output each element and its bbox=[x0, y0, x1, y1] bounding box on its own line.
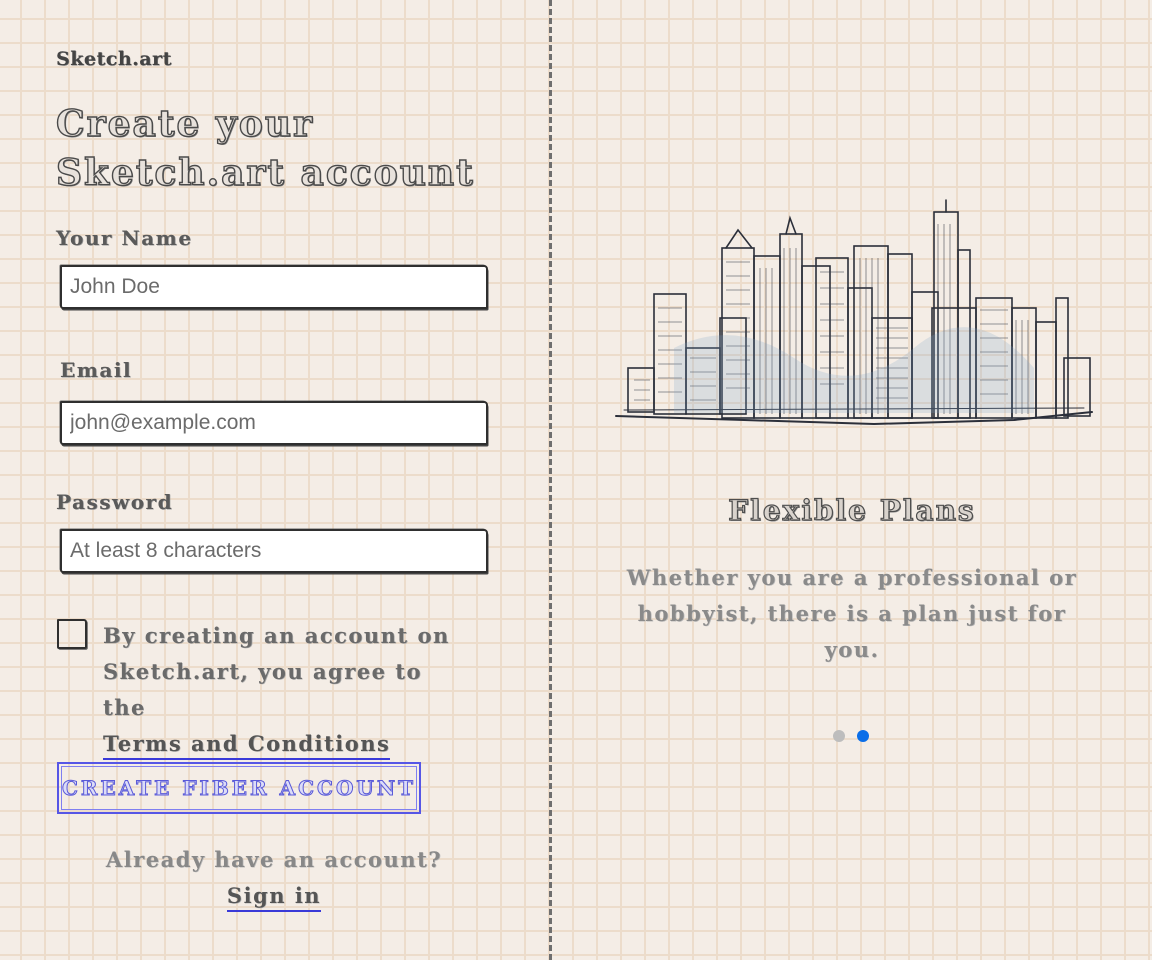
terms-link[interactable]: Terms and Conditions bbox=[103, 731, 391, 760]
terms-agreement-text: By creating an account on Sketch.art, yo… bbox=[103, 623, 450, 720]
carousel-dot[interactable] bbox=[833, 730, 845, 742]
feature-panel: Flexible Plans Whether you are a profess… bbox=[552, 0, 1152, 960]
signin-link[interactable]: Sign in bbox=[226, 883, 322, 912]
terms-checkbox[interactable] bbox=[57, 619, 87, 649]
signup-panel: Sketch.art Create your Sketch.art accoun… bbox=[0, 0, 549, 960]
password-field-wrapper bbox=[60, 529, 488, 573]
password-input[interactable] bbox=[62, 531, 486, 571]
terms-agreement: By creating an account on Sketch.art, yo… bbox=[103, 618, 473, 762]
brand-logo[interactable]: Sketch.art bbox=[56, 48, 172, 70]
carousel-dots bbox=[833, 727, 881, 742]
name-field-wrapper bbox=[60, 265, 488, 309]
signin-prompt: Already have an account? Sign in bbox=[56, 842, 492, 914]
email-field-wrapper bbox=[60, 401, 488, 445]
city-skyline-illustration bbox=[615, 199, 1093, 426]
carousel-dot[interactable] bbox=[857, 730, 869, 742]
email-label: Email bbox=[60, 358, 133, 382]
name-input[interactable] bbox=[62, 267, 486, 307]
feature-description: Whether you are a professional or hobbyi… bbox=[626, 565, 1078, 662]
name-label: Your Name bbox=[56, 226, 193, 250]
page-title: Create your Sketch.art account bbox=[55, 102, 475, 194]
email-input[interactable] bbox=[62, 403, 486, 443]
create-account-button[interactable]: CREATE FIBER ACCOUNT bbox=[57, 762, 421, 814]
feature-title: Flexible Plans bbox=[728, 493, 976, 527]
signin-prompt-text: Already have an account? bbox=[105, 847, 443, 872]
password-label: Password bbox=[56, 490, 174, 514]
